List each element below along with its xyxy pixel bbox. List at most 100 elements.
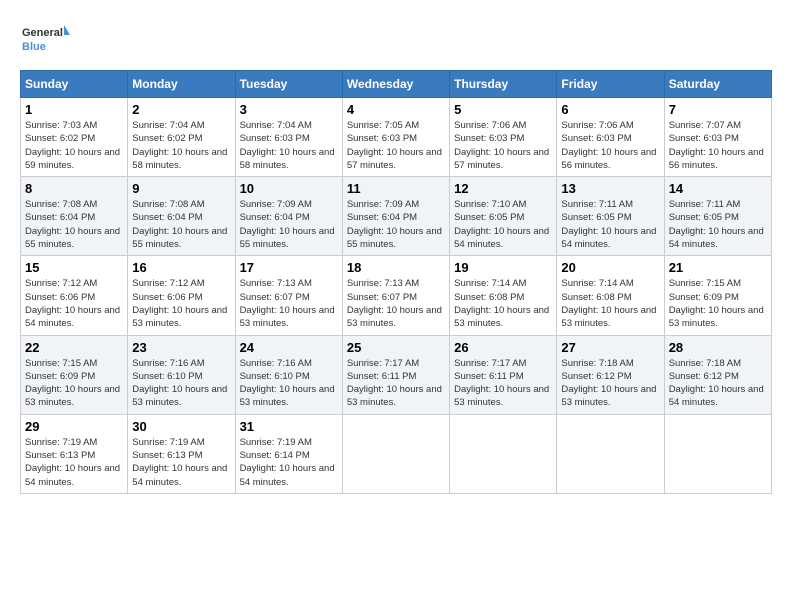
day-info: Sunrise: 7:09 AMSunset: 6:04 PMDaylight:…: [347, 198, 445, 251]
day-info: Sunrise: 7:08 AMSunset: 6:04 PMDaylight:…: [132, 198, 230, 251]
day-number: 21: [669, 260, 767, 275]
day-number: 31: [240, 419, 338, 434]
day-info: Sunrise: 7:11 AMSunset: 6:05 PMDaylight:…: [669, 198, 767, 251]
day-number: 26: [454, 340, 552, 355]
day-info: Sunrise: 7:12 AMSunset: 6:06 PMDaylight:…: [132, 277, 230, 330]
day-number: 23: [132, 340, 230, 355]
day-info: Sunrise: 7:03 AMSunset: 6:02 PMDaylight:…: [25, 119, 123, 172]
day-info: Sunrise: 7:19 AMSunset: 6:13 PMDaylight:…: [25, 436, 123, 489]
day-number: 18: [347, 260, 445, 275]
day-number: 8: [25, 181, 123, 196]
day-number: 9: [132, 181, 230, 196]
day-info: Sunrise: 7:09 AMSunset: 6:04 PMDaylight:…: [240, 198, 338, 251]
day-number: 4: [347, 102, 445, 117]
calendar-day-cell: 17Sunrise: 7:13 AMSunset: 6:07 PMDayligh…: [235, 256, 342, 335]
calendar-day-cell: 14 Sunrise: 7:11 AMSunset: 6:05 PMDayligh…: [664, 177, 771, 256]
day-info: Sunrise: 7:17 AMSunset: 6:11 PMDaylight:…: [454, 357, 552, 410]
day-info: Sunrise: 7:07 AMSunset: 6:03 PMDaylight:…: [669, 119, 767, 172]
day-number: 29: [25, 419, 123, 434]
weekday-header-row: SundayMondayTuesdayWednesdayThursdayFrid…: [21, 71, 772, 98]
calendar-day-cell: 8 Sunrise: 7:08 AMSunset: 6:04 PMDaylight…: [21, 177, 128, 256]
logo-svg: General Blue: [20, 20, 70, 60]
day-number: 5: [454, 102, 552, 117]
day-number: 15: [25, 260, 123, 275]
calendar: SundayMondayTuesdayWednesdayThursdayFrid…: [20, 70, 772, 494]
day-info: Sunrise: 7:12 AMSunset: 6:06 PMDaylight:…: [25, 277, 123, 330]
day-number: 28: [669, 340, 767, 355]
calendar-day-cell: 20 Sunrise: 7:14 AMSunset: 6:08 PMDayligh…: [557, 256, 664, 335]
day-info: Sunrise: 7:18 AMSunset: 6:12 PMDaylight:…: [669, 357, 767, 410]
day-number: 16: [132, 260, 230, 275]
calendar-day-cell: 22Sunrise: 7:15 AMSunset: 6:09 PMDayligh…: [21, 335, 128, 414]
day-number: 27: [561, 340, 659, 355]
day-info: Sunrise: 7:10 AMSunset: 6:05 PMDaylight:…: [454, 198, 552, 251]
calendar-day-cell: 5 Sunrise: 7:06 AMSunset: 6:03 PMDaylight…: [450, 98, 557, 177]
calendar-week-row: 29 Sunrise: 7:19 AMSunset: 6:13 PMDayligh…: [21, 414, 772, 493]
calendar-week-row: 15 Sunrise: 7:12 AMSunset: 6:06 PMDayligh…: [21, 256, 772, 335]
calendar-day-cell: 27 Sunrise: 7:18 AMSunset: 6:12 PMDayligh…: [557, 335, 664, 414]
calendar-day-cell: 31 Sunrise: 7:19 AMSunset: 6:14 PMDayligh…: [235, 414, 342, 493]
weekday-header-thursday: Thursday: [450, 71, 557, 98]
calendar-day-cell: 2 Sunrise: 7:04 AMSunset: 6:02 PMDaylight…: [128, 98, 235, 177]
calendar-day-cell: 10Sunrise: 7:09 AMSunset: 6:04 PMDayligh…: [235, 177, 342, 256]
calendar-day-cell: 15 Sunrise: 7:12 AMSunset: 6:06 PMDayligh…: [21, 256, 128, 335]
day-number: 3: [240, 102, 338, 117]
calendar-day-cell: 21 Sunrise: 7:15 AMSunset: 6:09 PMDayligh…: [664, 256, 771, 335]
calendar-day-cell: 30 Sunrise: 7:19 AMSunset: 6:13 PMDayligh…: [128, 414, 235, 493]
calendar-day-cell: 29 Sunrise: 7:19 AMSunset: 6:13 PMDayligh…: [21, 414, 128, 493]
day-number: 20: [561, 260, 659, 275]
weekday-header-friday: Friday: [557, 71, 664, 98]
empty-cell: [557, 414, 664, 493]
day-info: Sunrise: 7:05 AMSunset: 6:03 PMDaylight:…: [347, 119, 445, 172]
weekday-header-sunday: Sunday: [21, 71, 128, 98]
day-number: 14: [669, 181, 767, 196]
calendar-day-cell: 7 Sunrise: 7:07 AMSunset: 6:03 PMDaylight…: [664, 98, 771, 177]
calendar-day-cell: 13Sunrise: 7:11 AMSunset: 6:05 PMDayligh…: [557, 177, 664, 256]
header: General Blue: [20, 20, 772, 60]
empty-cell: [450, 414, 557, 493]
day-info: Sunrise: 7:13 AMSunset: 6:07 PMDaylight:…: [347, 277, 445, 330]
day-number: 24: [240, 340, 338, 355]
day-info: Sunrise: 7:19 AMSunset: 6:13 PMDaylight:…: [132, 436, 230, 489]
calendar-day-cell: 11 Sunrise: 7:09 AMSunset: 6:04 PMDayligh…: [342, 177, 449, 256]
day-info: Sunrise: 7:08 AMSunset: 6:04 PMDaylight:…: [25, 198, 123, 251]
calendar-day-cell: 1Sunrise: 7:03 AMSunset: 6:02 PMDaylight…: [21, 98, 128, 177]
calendar-week-row: 22Sunrise: 7:15 AMSunset: 6:09 PMDayligh…: [21, 335, 772, 414]
day-number: 11: [347, 181, 445, 196]
day-info: Sunrise: 7:14 AMSunset: 6:08 PMDaylight:…: [561, 277, 659, 330]
svg-text:General: General: [22, 27, 63, 39]
day-number: 30: [132, 419, 230, 434]
day-number: 6: [561, 102, 659, 117]
day-number: 7: [669, 102, 767, 117]
day-info: Sunrise: 7:06 AMSunset: 6:03 PMDaylight:…: [561, 119, 659, 172]
day-info: Sunrise: 7:06 AMSunset: 6:03 PMDaylight:…: [454, 119, 552, 172]
calendar-week-row: 1Sunrise: 7:03 AMSunset: 6:02 PMDaylight…: [21, 98, 772, 177]
calendar-day-cell: 18 Sunrise: 7:13 AMSunset: 6:07 PMDayligh…: [342, 256, 449, 335]
weekday-header-wednesday: Wednesday: [342, 71, 449, 98]
day-info: Sunrise: 7:19 AMSunset: 6:14 PMDaylight:…: [240, 436, 338, 489]
calendar-day-cell: 26 Sunrise: 7:17 AMSunset: 6:11 PMDayligh…: [450, 335, 557, 414]
weekday-header-tuesday: Tuesday: [235, 71, 342, 98]
day-info: Sunrise: 7:04 AMSunset: 6:02 PMDaylight:…: [132, 119, 230, 172]
day-info: Sunrise: 7:15 AMSunset: 6:09 PMDaylight:…: [669, 277, 767, 330]
day-info: Sunrise: 7:18 AMSunset: 6:12 PMDaylight:…: [561, 357, 659, 410]
calendar-day-cell: 16 Sunrise: 7:12 AMSunset: 6:06 PMDayligh…: [128, 256, 235, 335]
calendar-day-cell: 4 Sunrise: 7:05 AMSunset: 6:03 PMDaylight…: [342, 98, 449, 177]
day-info: Sunrise: 7:14 AMSunset: 6:08 PMDaylight:…: [454, 277, 552, 330]
weekday-header-saturday: Saturday: [664, 71, 771, 98]
day-number: 25: [347, 340, 445, 355]
day-info: Sunrise: 7:16 AMSunset: 6:10 PMDaylight:…: [240, 357, 338, 410]
day-info: Sunrise: 7:15 AMSunset: 6:09 PMDaylight:…: [25, 357, 123, 410]
empty-cell: [664, 414, 771, 493]
day-info: Sunrise: 7:13 AMSunset: 6:07 PMDaylight:…: [240, 277, 338, 330]
day-number: 13: [561, 181, 659, 196]
svg-text:Blue: Blue: [22, 41, 46, 53]
day-number: 19: [454, 260, 552, 275]
calendar-day-cell: 28 Sunrise: 7:18 AMSunset: 6:12 PMDayligh…: [664, 335, 771, 414]
calendar-week-row: 8 Sunrise: 7:08 AMSunset: 6:04 PMDaylight…: [21, 177, 772, 256]
calendar-day-cell: 3Sunrise: 7:04 AMSunset: 6:03 PMDaylight…: [235, 98, 342, 177]
calendar-day-cell: 23Sunrise: 7:16 AMSunset: 6:10 PMDayligh…: [128, 335, 235, 414]
day-number: 2: [132, 102, 230, 117]
calendar-day-cell: 12Sunrise: 7:10 AMSunset: 6:05 PMDayligh…: [450, 177, 557, 256]
calendar-day-cell: 24 Sunrise: 7:16 AMSunset: 6:10 PMDayligh…: [235, 335, 342, 414]
